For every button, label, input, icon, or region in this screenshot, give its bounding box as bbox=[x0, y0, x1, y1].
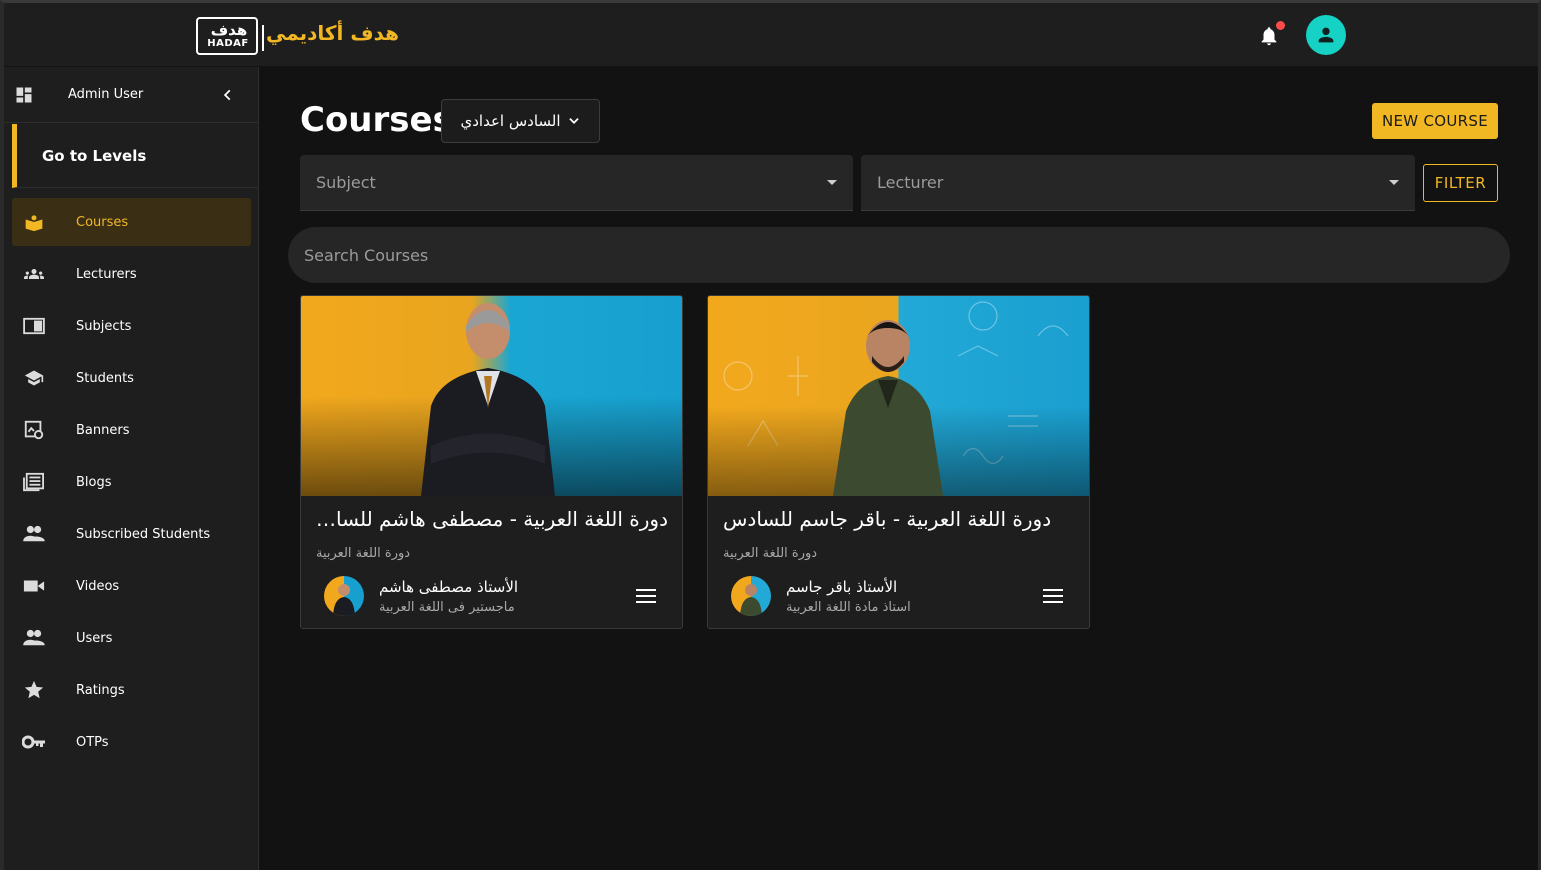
key-icon bbox=[22, 731, 46, 753]
logo-english: HADAF bbox=[207, 38, 249, 49]
lecturer-avatar bbox=[324, 576, 364, 616]
top-bar: هدف HADAF هدف أكاديمي bbox=[4, 3, 1538, 67]
new-course-button[interactable]: NEW COURSE bbox=[1372, 103, 1498, 139]
sidebar-item-label: Blogs bbox=[76, 474, 112, 490]
lecturer-name: الأستاذ باقر جاسم bbox=[786, 578, 898, 596]
level-select[interactable]: السادس اعدادي bbox=[441, 99, 600, 143]
groups-icon bbox=[22, 263, 46, 285]
course-card[interactable]: دورة اللغة العربية - باقر جاسم للسادس دو… bbox=[707, 295, 1090, 629]
chevron-left-icon bbox=[223, 89, 231, 101]
sidebar-item-blogs[interactable]: Blogs bbox=[12, 458, 251, 506]
notification-badge bbox=[1276, 21, 1285, 30]
sidebar-item-label: OTPs bbox=[76, 734, 109, 750]
lecturer-description: ماجستير فى اللغة العربية bbox=[379, 600, 515, 615]
filter-button[interactable]: FILTER bbox=[1423, 164, 1498, 202]
course-title: دورة اللغة العربية - باقر جاسم للسادس bbox=[723, 507, 1052, 531]
newspaper-icon bbox=[22, 471, 46, 493]
sidebar-item-users[interactable]: Users bbox=[12, 614, 251, 662]
sidebar-item-courses[interactable]: Courses bbox=[12, 198, 251, 246]
sidebar-item-otps[interactable]: OTPs bbox=[12, 718, 251, 766]
sidebar-item-ratings[interactable]: Ratings bbox=[12, 666, 251, 714]
person-icon bbox=[1318, 27, 1334, 43]
sidebar-item-label: Lecturers bbox=[76, 266, 137, 282]
lecturer-select-label: Lecturer bbox=[877, 173, 944, 192]
chevron-down-icon bbox=[568, 118, 579, 124]
people-icon bbox=[22, 523, 46, 545]
sidebar-item-label: Banners bbox=[76, 422, 130, 438]
lecturer-name: الأستاذ مصطفى هاشم bbox=[379, 578, 519, 596]
admin-user-name: Admin User bbox=[68, 87, 144, 102]
book-icon bbox=[22, 315, 46, 337]
sidebar-item-label: Subscribed Students bbox=[76, 526, 211, 542]
course-title: دورة اللغة العربية - مصطفى هاشم للسادس bbox=[316, 507, 668, 531]
logo[interactable]: هدف HADAF bbox=[196, 17, 258, 55]
dashboard-icon bbox=[16, 87, 32, 103]
dropdown-arrow-icon bbox=[827, 180, 837, 185]
course-subtitle: دورة اللغة العربية bbox=[316, 546, 411, 561]
collapse-sidebar-button[interactable] bbox=[217, 85, 239, 105]
subject-select[interactable]: Subject bbox=[300, 155, 853, 211]
courses-icon bbox=[22, 211, 46, 233]
subject-select-label: Subject bbox=[316, 173, 376, 192]
sidebar-item-students[interactable]: Students bbox=[12, 354, 251, 402]
sidebar-item-label: Videos bbox=[76, 578, 120, 594]
sidebar-item-lecturers[interactable]: Lecturers bbox=[12, 250, 251, 298]
search-courses-input[interactable] bbox=[288, 227, 1510, 283]
star-icon bbox=[22, 679, 46, 701]
sidebar-item-label: Subjects bbox=[76, 318, 132, 334]
sidebar-item-subscribed-students[interactable]: Subscribed Students bbox=[12, 510, 251, 558]
lecturer-avatar bbox=[731, 576, 771, 616]
go-to-levels-link[interactable]: Go to Levels bbox=[12, 124, 259, 188]
logo-arabic: هدف bbox=[210, 21, 248, 39]
course-thumbnail bbox=[708, 296, 1089, 496]
sidebar-item-label: Users bbox=[76, 630, 113, 646]
menu-icon[interactable] bbox=[635, 586, 657, 606]
sidebar-header: Admin User bbox=[4, 67, 259, 123]
page-title: Courses bbox=[300, 100, 453, 140]
sidebar-item-label: Students bbox=[76, 370, 134, 386]
level-select-value: السادس اعدادي bbox=[460, 112, 561, 130]
sidebar: Admin User Go to Levels Courses Lecturer… bbox=[4, 67, 259, 870]
banner-icon bbox=[22, 419, 46, 441]
lecturer-select[interactable]: Lecturer bbox=[861, 155, 1415, 211]
course-subtitle: دورة اللغة العربية bbox=[723, 546, 818, 561]
dropdown-arrow-icon bbox=[1389, 180, 1399, 185]
sidebar-item-banners[interactable]: Banners bbox=[12, 406, 251, 454]
sidebar-item-label: Ratings bbox=[76, 682, 125, 698]
logo-divider bbox=[262, 25, 264, 51]
sidebar-item-label: Courses bbox=[76, 214, 129, 230]
profile-avatar-button[interactable] bbox=[1306, 15, 1346, 55]
people-icon bbox=[22, 627, 46, 649]
sidebar-item-videos[interactable]: Videos bbox=[12, 562, 251, 610]
brand-name: هدف أكاديمي bbox=[266, 21, 400, 45]
school-icon bbox=[22, 367, 46, 389]
course-thumbnail bbox=[301, 296, 682, 496]
sidebar-item-subjects[interactable]: Subjects bbox=[12, 302, 251, 350]
menu-icon[interactable] bbox=[1042, 586, 1064, 606]
course-card[interactable]: دورة اللغة العربية - مصطفى هاشم للسادس د… bbox=[300, 295, 683, 629]
lecturer-description: استاذ مادة اللغة العربية bbox=[786, 600, 911, 615]
video-camera-icon bbox=[22, 575, 46, 597]
